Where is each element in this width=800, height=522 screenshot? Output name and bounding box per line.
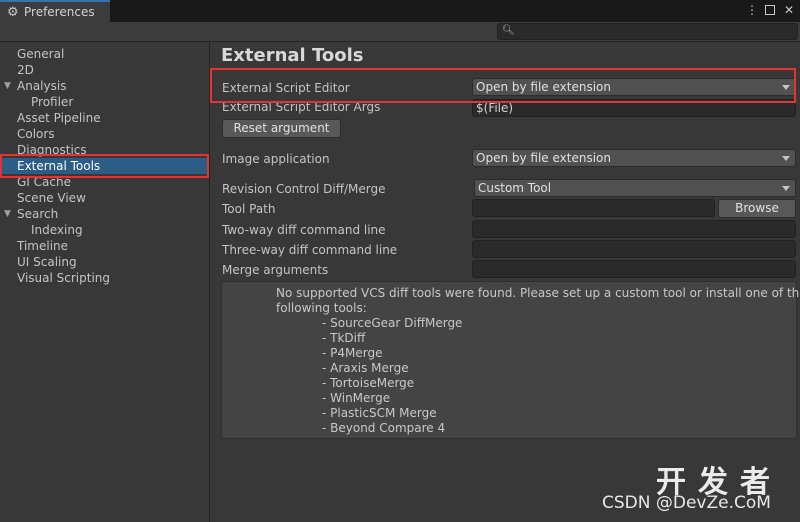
- sidebar-item-analysis[interactable]: ▼ Analysis: [0, 78, 209, 94]
- sidebar-item-gi-cache[interactable]: GI Cache: [0, 174, 209, 190]
- three-way-diff-label: Three-way diff command line: [222, 243, 398, 257]
- browse-button[interactable]: Browse: [718, 199, 796, 218]
- help-tool-item: - TortoiseMerge: [322, 376, 415, 390]
- help-tool-item: - PlasticSCM Merge: [322, 406, 437, 420]
- main-panel: External Tools External Script Editor Op…: [211, 43, 800, 522]
- sidebar-item-2d[interactable]: 2D: [0, 62, 209, 78]
- sidebar-item-colors[interactable]: Colors: [0, 126, 209, 142]
- sidebar-item-label: Profiler: [31, 95, 74, 109]
- sidebar-item-label: Analysis: [17, 79, 67, 93]
- sidebar-item-timeline[interactable]: Timeline: [0, 238, 209, 254]
- help-tool-item: - Beyond Compare 4: [322, 421, 446, 435]
- watermark: 开发者 CSDN @DevZe.CoM: [602, 457, 792, 517]
- maximize-icon[interactable]: [765, 5, 775, 15]
- image-application-dropdown[interactable]: Open by file extension: [472, 149, 796, 167]
- revision-control-label: Revision Control Diff/Merge: [222, 182, 386, 196]
- two-way-diff-label: Two-way diff command line: [222, 223, 386, 237]
- sidebar-item-label: Scene View: [17, 191, 86, 205]
- more-vertical-icon[interactable]: ⋮: [746, 3, 758, 17]
- sidebar-item-label: External Tools: [17, 159, 101, 173]
- sidebar-item-external-tools[interactable]: External Tools: [0, 158, 209, 174]
- sidebar-item-scene-view[interactable]: Scene View: [0, 190, 209, 206]
- sidebar-item-search[interactable]: ▼ Search: [0, 206, 209, 222]
- sidebar-item-label: UI Scaling: [17, 255, 77, 269]
- fold-down-icon[interactable]: ▼: [4, 78, 11, 94]
- help-tool-item: - SourceGear DiffMerge: [322, 316, 463, 330]
- sidebar-item-label: 2D: [17, 63, 34, 77]
- merge-arguments-field[interactable]: [472, 260, 796, 278]
- sidebar-item-ui-scaling[interactable]: UI Scaling: [0, 254, 209, 270]
- sidebar-item-label: Timeline: [17, 239, 69, 253]
- sidebar-item-diagnostics[interactable]: Diagnostics: [0, 142, 209, 158]
- three-way-diff-field[interactable]: [472, 240, 796, 258]
- sidebar: General 2D ▼ Analysis Profiler Asset Pipe…: [0, 43, 210, 522]
- chevron-down-icon: [782, 156, 790, 161]
- help-text-line: No supported VCS diff tools were found. …: [276, 286, 800, 300]
- help-tool-item: - P4Merge: [322, 346, 383, 360]
- help-text-line: following tools:: [276, 301, 367, 315]
- watermark-text: CSDN @DevZe.CoM: [602, 493, 771, 513]
- script-editor-dropdown[interactable]: Open by file extension: [472, 78, 796, 96]
- help-tool-item: - WinMerge: [322, 391, 391, 405]
- sidebar-item-label: GI Cache: [17, 175, 71, 189]
- page-title: External Tools: [221, 45, 364, 66]
- revision-control-dropdown[interactable]: Custom Tool: [474, 179, 796, 197]
- image-application-value: Open by file extension: [476, 151, 611, 165]
- sidebar-item-profiler[interactable]: Profiler: [0, 94, 209, 110]
- sidebar-item-general[interactable]: General: [0, 46, 209, 62]
- sidebar-item-label: Diagnostics: [17, 143, 87, 157]
- chevron-down-icon: [782, 85, 790, 90]
- sidebar-item-visual-scripting[interactable]: Visual Scripting: [0, 270, 209, 286]
- search-input[interactable]: 🔍︎: [497, 23, 798, 40]
- sidebar-item-label: Colors: [17, 127, 55, 141]
- merge-arguments-label: Merge arguments: [222, 263, 329, 277]
- help-tool-item: - TkDiff: [322, 331, 366, 345]
- tool-path-field[interactable]: [472, 199, 715, 217]
- reset-argument-button[interactable]: Reset argument: [222, 119, 341, 138]
- tab-title: Preferences: [24, 5, 95, 19]
- tool-path-label: Tool Path: [222, 202, 276, 216]
- help-tool-item: - Araxis Merge: [322, 361, 409, 375]
- script-editor-args-label: External Script Editor Args: [222, 100, 381, 114]
- chevron-down-icon: [782, 186, 790, 191]
- sidebar-item-asset-pipeline[interactable]: Asset Pipeline: [0, 110, 209, 126]
- script-editor-value: Open by file extension: [476, 80, 611, 94]
- title-bar: ⚙ Preferences ⋮ ✕: [0, 0, 800, 22]
- window-controls: ⋮ ✕: [746, 3, 794, 17]
- help-box: No supported VCS diff tools were found. …: [221, 281, 800, 439]
- script-editor-label: External Script Editor: [222, 81, 350, 95]
- image-application-label: Image application: [222, 152, 330, 166]
- sidebar-item-label: Search: [17, 207, 59, 221]
- fold-down-icon[interactable]: ▼: [4, 206, 11, 222]
- sidebar-item-label: Asset Pipeline: [17, 111, 101, 125]
- script-editor-args-field[interactable]: $(File): [472, 99, 796, 117]
- close-icon[interactable]: ✕: [784, 3, 794, 17]
- search-icon: 🔍︎: [502, 25, 515, 36]
- sidebar-item-indexing[interactable]: Indexing: [0, 222, 209, 238]
- sidebar-item-label: General: [17, 47, 65, 61]
- preferences-tab[interactable]: ⚙ Preferences: [0, 0, 110, 22]
- revision-control-value: Custom Tool: [478, 181, 552, 195]
- sidebar-item-label: Indexing: [31, 223, 83, 237]
- sidebar-item-label: Visual Scripting: [17, 271, 110, 285]
- two-way-diff-field[interactable]: [472, 220, 796, 238]
- toolbar: 🔍︎: [0, 22, 800, 42]
- gear-icon: ⚙: [7, 4, 19, 20]
